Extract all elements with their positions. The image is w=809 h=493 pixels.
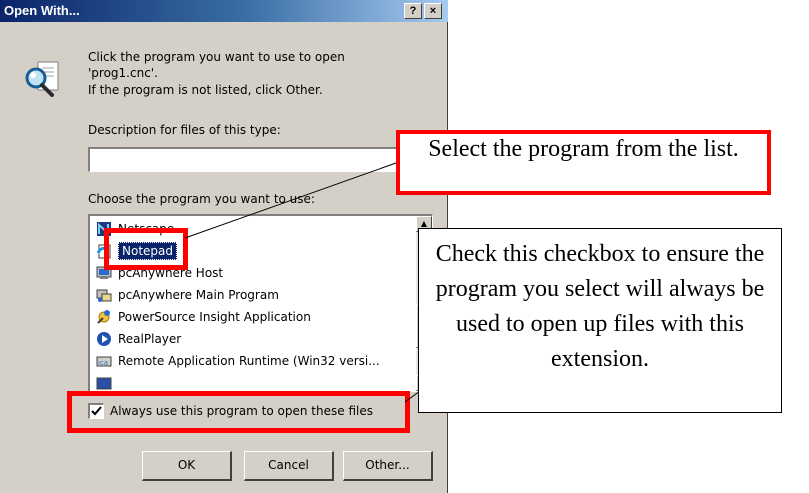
intro-text-filename: 'prog1.cnc'. — [88, 66, 158, 80]
pcanywhere-icon — [96, 287, 112, 303]
help-button[interactable]: ? — [404, 3, 422, 19]
choose-program-label: Choose the program you want to use: — [88, 192, 315, 206]
dialog-title: Open With... — [4, 3, 80, 18]
svg-text:ica: ica — [98, 359, 108, 367]
list-item-label: Remote Application Runtime (Win32 versi.… — [118, 354, 380, 368]
title-bar[interactable]: Open With... ? × — [0, 0, 448, 22]
intro-text-line3: If the program is not listed, click Othe… — [88, 83, 323, 97]
notepad-highlight-box — [104, 228, 188, 270]
list-item-powersource[interactable]: PowerSource Insight Application — [94, 306, 311, 328]
remote-app-icon: ica — [96, 353, 112, 369]
checkbox-hint-callout-text: Check this checkbox to ensure the progra… — [435, 241, 765, 372]
list-item-label: RealPlayer — [118, 332, 182, 346]
select-program-callout-text: Select the program from the list. — [428, 136, 739, 162]
realplayer-icon — [96, 331, 112, 347]
list-item-label: pcAnywhere Main Program — [118, 288, 279, 302]
description-field[interactable] — [88, 147, 433, 172]
list-item-realplayer[interactable]: RealPlayer — [94, 328, 181, 350]
close-button[interactable]: × — [424, 3, 442, 19]
cancel-button[interactable]: Cancel — [244, 451, 334, 481]
checkbox-highlight-box — [67, 391, 410, 433]
application-icon — [96, 375, 112, 391]
select-program-callout: Select the program from the list. — [396, 130, 771, 195]
list-item-remote-app[interactable]: ica Remote Application Runtime (Win32 ve… — [94, 350, 380, 372]
powersource-icon — [96, 309, 112, 325]
description-label: Description for files of this type: — [88, 123, 281, 137]
other-button[interactable]: Other... — [343, 451, 433, 481]
checkbox-hint-callout: Check this checkbox to ensure the progra… — [418, 228, 782, 413]
ok-button[interactable]: OK — [142, 451, 232, 481]
list-item-partial[interactable] — [94, 372, 118, 391]
list-item-label: PowerSource Insight Application — [118, 310, 311, 324]
search-file-icon — [22, 60, 62, 100]
intro-text-line1: Click the program you want to use to ope… — [88, 50, 345, 64]
list-item-pcanywhere-main[interactable]: pcAnywhere Main Program — [94, 284, 279, 306]
